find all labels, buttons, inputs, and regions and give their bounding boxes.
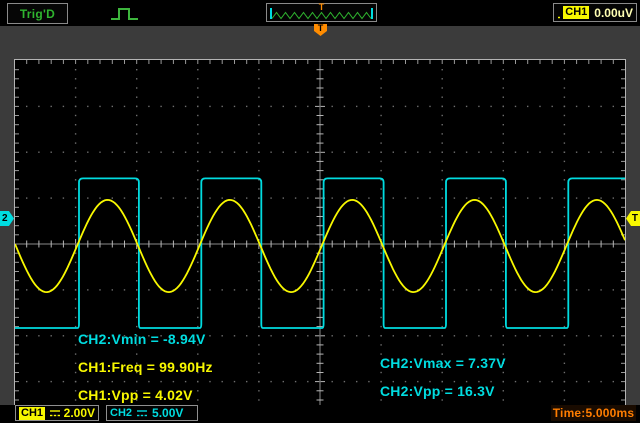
dc-coupling-icon — [49, 409, 60, 418]
graticule: CH2:Vmin = -8.94V CH1:Freq = 99.90Hz CH1… — [14, 59, 626, 423]
oscilloscope-screen: Trig'D T CH1 0.00uV CH2:Vmin = - — [0, 0, 640, 423]
trigger-status-badge: Trig'D — [7, 3, 68, 24]
trigger-channel-badge: CH1 — [563, 6, 589, 19]
preview-trigger-marker: T — [267, 2, 376, 12]
ch1-scale-box[interactable]: CH1 2.00V — [15, 405, 99, 421]
timebase-value: Time:5.000ms — [553, 406, 635, 420]
trigger-info-box[interactable]: CH1 0.00uV — [553, 3, 637, 22]
ch1-scale-value: 2.00V — [64, 406, 95, 420]
ch1-badge: CH1 — [19, 407, 45, 420]
measurement-ch1-freq: CH1:Freq = 99.90Hz — [78, 359, 213, 375]
trigger-level-value: 0.00uV — [594, 6, 633, 20]
ch2-scale-value: 5.00V — [152, 406, 183, 420]
ch2-badge: CH2 — [110, 407, 132, 419]
waveform-preview-bar[interactable]: T — [266, 3, 377, 22]
ch2-scale-box[interactable]: CH2 5.00V — [106, 405, 198, 421]
trigger-status-label: Trig'D — [20, 7, 55, 21]
bottom-status-bar: CH1 2.00V CH2 5.00V Time:5.000ms — [0, 405, 640, 423]
dc-coupling-icon — [136, 409, 148, 418]
measurement-ch2-vmin: CH2:Vmin = -8.94V — [78, 331, 206, 347]
rising-edge-trigger-icon — [557, 5, 560, 20]
measurement-ch2-vpp: CH2:Vpp = 16.3V — [380, 383, 495, 399]
measurement-ch1-vpp: CH1:Vpp = 4.02V — [78, 387, 193, 403]
pulse-icon — [110, 7, 140, 21]
timebase-box[interactable]: Time:5.000ms — [551, 405, 636, 421]
display-stage: CH2:Vmin = -8.94V CH1:Freq = 99.90Hz CH1… — [0, 26, 640, 405]
measurement-ch2-vmax: CH2:Vmax = 7.37V — [380, 355, 506, 371]
top-status-bar: Trig'D T CH1 0.00uV — [0, 0, 640, 26]
